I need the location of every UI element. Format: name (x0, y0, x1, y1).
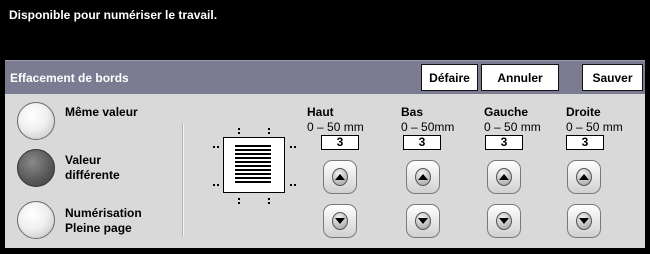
radio-same-value[interactable] (17, 102, 55, 140)
option-label-different-value: Valeur différente (65, 153, 120, 182)
bottom-increase-button[interactable] (406, 160, 440, 194)
edge-value-right[interactable]: 3 (566, 135, 604, 150)
edge-value-top[interactable]: 3 (321, 135, 359, 150)
bottom-decrease-button[interactable] (406, 204, 440, 238)
arrow-up-icon (576, 168, 592, 186)
arrow-down-icon (415, 212, 431, 230)
save-button[interactable]: Sauver (582, 64, 643, 91)
arrow-up-icon (496, 168, 512, 186)
undo-button[interactable]: Défaire (421, 64, 478, 91)
right-decrease-button[interactable] (567, 204, 601, 238)
option-label-full-page-scan: Numérisation Pleine page (65, 206, 142, 235)
edge-label-left: Gauche (484, 105, 529, 119)
top-increase-button[interactable] (323, 160, 357, 194)
left-decrease-button[interactable] (487, 204, 521, 238)
screen: Disponible pour numériser le travail. Ef… (0, 0, 650, 254)
document-page (223, 137, 285, 193)
status-message: Disponible pour numériser le travail. (9, 8, 218, 22)
radio-different-value[interactable] (17, 149, 55, 187)
edge-label-bottom: Bas (401, 105, 424, 119)
edge-erase-panel: Même valeur Valeur différente Numérisati… (5, 94, 645, 248)
edge-label-right: Droite (566, 105, 601, 119)
top-decrease-button[interactable] (323, 204, 357, 238)
cancel-button[interactable]: Annuler (481, 64, 559, 91)
option-label-same-value: Même valeur (65, 105, 138, 119)
arrow-down-icon (332, 212, 348, 230)
title-bar: Effacement de bords Défaire Annuler Sauv… (5, 60, 645, 94)
radio-full-page-scan[interactable] (17, 201, 55, 239)
edge-value-left[interactable]: 3 (485, 135, 523, 150)
edge-range-right: 0 – 50 mm (566, 120, 623, 134)
edge-label-top: Haut (307, 105, 334, 119)
arrow-up-icon (332, 168, 348, 186)
document-text-lines (235, 145, 271, 183)
edge-range-bottom: 0 – 50mm (401, 120, 455, 134)
arrow-down-icon (576, 212, 592, 230)
left-increase-button[interactable] (487, 160, 521, 194)
page-title: Effacement de bords (10, 71, 129, 85)
arrow-up-icon (415, 168, 431, 186)
divider (182, 124, 184, 236)
edge-range-left: 0 – 50 mm (484, 120, 541, 134)
arrow-down-icon (496, 212, 512, 230)
status-bar: Disponible pour numériser le travail. (0, 0, 650, 60)
edge-range-top: 0 – 50 mm (307, 120, 364, 134)
right-increase-button[interactable] (567, 160, 601, 194)
edge-value-bottom[interactable]: 3 (403, 135, 441, 150)
